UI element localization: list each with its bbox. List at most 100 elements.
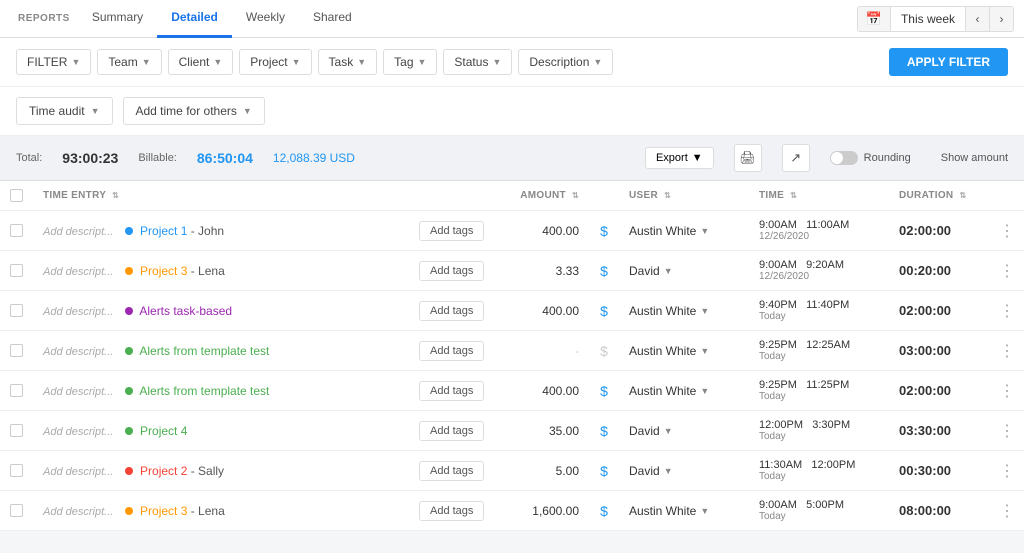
project-link[interactable]: Alerts from template test xyxy=(139,384,269,398)
row-more-button[interactable]: ⋮ xyxy=(999,461,1014,481)
time-entry-sort-icon[interactable]: ⇅ xyxy=(112,191,119,200)
row-description[interactable]: Add descript... xyxy=(43,266,113,278)
time-date: 12/26/2020 xyxy=(759,231,879,242)
add-tags-button[interactable]: Add tags xyxy=(419,301,484,321)
user-selector[interactable]: David ▼ xyxy=(629,264,739,278)
add-tags-button[interactable]: Add tags xyxy=(419,421,484,441)
user-selector[interactable]: David ▼ xyxy=(629,464,739,478)
tab-weekly[interactable]: Weekly xyxy=(232,0,299,38)
user-selector[interactable]: David ▼ xyxy=(629,424,739,438)
print-button[interactable]: 🖨 xyxy=(734,144,762,172)
project-link[interactable]: Project 2 xyxy=(140,464,187,478)
table-row: Add descript... Alerts task-based Add ta… xyxy=(0,291,1024,331)
time-audit-dropdown[interactable]: Time audit ▼ xyxy=(16,97,113,125)
add-tags-button[interactable]: Add tags xyxy=(419,501,484,521)
user-selector[interactable]: Austin White ▼ xyxy=(629,224,739,238)
table-row: Add descript... Project 4 Add tags 35.00… xyxy=(0,411,1024,451)
project-link[interactable]: Alerts task-based xyxy=(139,304,232,318)
status-filter[interactable]: Status ▼ xyxy=(443,49,512,75)
tag-filter[interactable]: Tag ▼ xyxy=(383,49,437,75)
add-tags-button[interactable]: Add tags xyxy=(419,341,484,361)
select-all-checkbox[interactable] xyxy=(10,189,23,202)
next-date-btn[interactable]: › xyxy=(989,6,1013,32)
project-link[interactable]: Alerts from template test xyxy=(139,344,269,358)
filter-button[interactable]: FILTER ▼ xyxy=(16,49,91,75)
add-time-for-others-dropdown[interactable]: Add time for others ▼ xyxy=(123,97,265,125)
row-checkbox[interactable] xyxy=(10,384,23,397)
row-checkbox[interactable] xyxy=(10,304,23,317)
row-more-button[interactable]: ⋮ xyxy=(999,301,1014,321)
row-more-button[interactable]: ⋮ xyxy=(999,421,1014,441)
row-checkbox[interactable] xyxy=(10,264,23,277)
add-tags-button[interactable]: Add tags xyxy=(419,261,484,281)
export-button[interactable]: Export ▼ xyxy=(645,147,714,169)
row-entry-cell: Add descript... Alerts from template tes… xyxy=(33,331,409,371)
row-checkbox[interactable] xyxy=(10,504,23,517)
share-button[interactable]: ↗ xyxy=(782,144,810,172)
row-checkbox[interactable] xyxy=(10,464,23,477)
date-range-selector[interactable]: 📅 This week ‹ › xyxy=(857,6,1014,32)
row-more-button[interactable]: ⋮ xyxy=(999,381,1014,401)
description-filter[interactable]: Description ▼ xyxy=(518,49,613,75)
tab-summary[interactable]: Summary xyxy=(78,0,157,38)
time-sort-icon[interactable]: ⇅ xyxy=(790,191,797,200)
row-more-button[interactable]: ⋮ xyxy=(999,501,1014,521)
project-link[interactable]: Project 3 xyxy=(140,504,187,518)
user-selector[interactable]: Austin White ▼ xyxy=(629,384,739,398)
billable-dollar-icon[interactable]: $ xyxy=(600,343,608,359)
billable-dollar-icon[interactable]: $ xyxy=(600,303,608,319)
prev-date-btn[interactable]: ‹ xyxy=(965,6,989,32)
billable-dollar-icon[interactable]: $ xyxy=(600,223,608,239)
row-description[interactable]: Add descript... xyxy=(43,506,113,518)
billable-dollar-icon[interactable]: $ xyxy=(600,263,608,279)
time-date: Today xyxy=(759,431,879,442)
user-dropdown-arrow-icon: ▼ xyxy=(664,466,673,476)
add-tags-button[interactable]: Add tags xyxy=(419,461,484,481)
row-checkbox[interactable] xyxy=(10,344,23,357)
project-color-dot xyxy=(125,427,133,435)
row-description[interactable]: Add descript... xyxy=(43,306,113,318)
billable-dollar-icon[interactable]: $ xyxy=(600,423,608,439)
row-description[interactable]: Add descript... xyxy=(43,386,113,398)
row-description[interactable]: Add descript... xyxy=(43,226,113,238)
tab-shared[interactable]: Shared xyxy=(299,0,366,38)
amount-sort-icon[interactable]: ⇅ xyxy=(572,191,579,200)
user-dropdown-arrow-icon: ▼ xyxy=(700,386,709,396)
row-checkbox-cell xyxy=(0,331,33,371)
row-more-button[interactable]: ⋮ xyxy=(999,341,1014,361)
apply-filter-button[interactable]: APPLY FILTER xyxy=(889,48,1008,76)
row-description[interactable]: Add descript... xyxy=(43,426,113,438)
billable-dollar-icon[interactable]: $ xyxy=(600,383,608,399)
row-description[interactable]: Add descript... xyxy=(43,466,113,478)
user-selector[interactable]: Austin White ▼ xyxy=(629,304,739,318)
row-user-cell: Austin White ▼ xyxy=(619,331,749,371)
rounding-toggle[interactable] xyxy=(830,151,858,165)
billable-dollar-icon[interactable]: $ xyxy=(600,463,608,479)
duration-sort-icon[interactable]: ⇅ xyxy=(960,191,967,200)
project-link[interactable]: Project 4 xyxy=(140,424,187,438)
team-filter[interactable]: Team ▼ xyxy=(97,49,161,75)
add-tags-button[interactable]: Add tags xyxy=(419,221,484,241)
amount-value: 5.00 xyxy=(556,464,579,478)
client-filter[interactable]: Client ▼ xyxy=(168,49,234,75)
row-checkbox[interactable] xyxy=(10,424,23,437)
task-filter[interactable]: Task ▼ xyxy=(318,49,378,75)
row-checkbox-cell xyxy=(0,291,33,331)
project-link[interactable]: Project 3 xyxy=(140,264,187,278)
billable-dollar-icon[interactable]: $ xyxy=(600,503,608,519)
row-more-button[interactable]: ⋮ xyxy=(999,221,1014,241)
row-description[interactable]: Add descript... xyxy=(43,346,113,358)
row-checkbox[interactable] xyxy=(10,224,23,237)
user-sort-icon[interactable]: ⇅ xyxy=(664,191,671,200)
time-date: Today xyxy=(759,351,879,362)
project-filter[interactable]: Project ▼ xyxy=(239,49,311,75)
row-time-cell: 12:00PM 3:30PM Today xyxy=(749,411,889,451)
user-selector[interactable]: Austin White ▼ xyxy=(629,504,739,518)
amount-value: 400.00 xyxy=(542,304,579,318)
add-tags-button[interactable]: Add tags xyxy=(419,381,484,401)
user-selector[interactable]: Austin White ▼ xyxy=(629,344,739,358)
row-user-cell: Austin White ▼ xyxy=(619,211,749,251)
tab-detailed[interactable]: Detailed xyxy=(157,0,232,38)
row-more-button[interactable]: ⋮ xyxy=(999,261,1014,281)
project-link[interactable]: Project 1 xyxy=(140,224,187,238)
